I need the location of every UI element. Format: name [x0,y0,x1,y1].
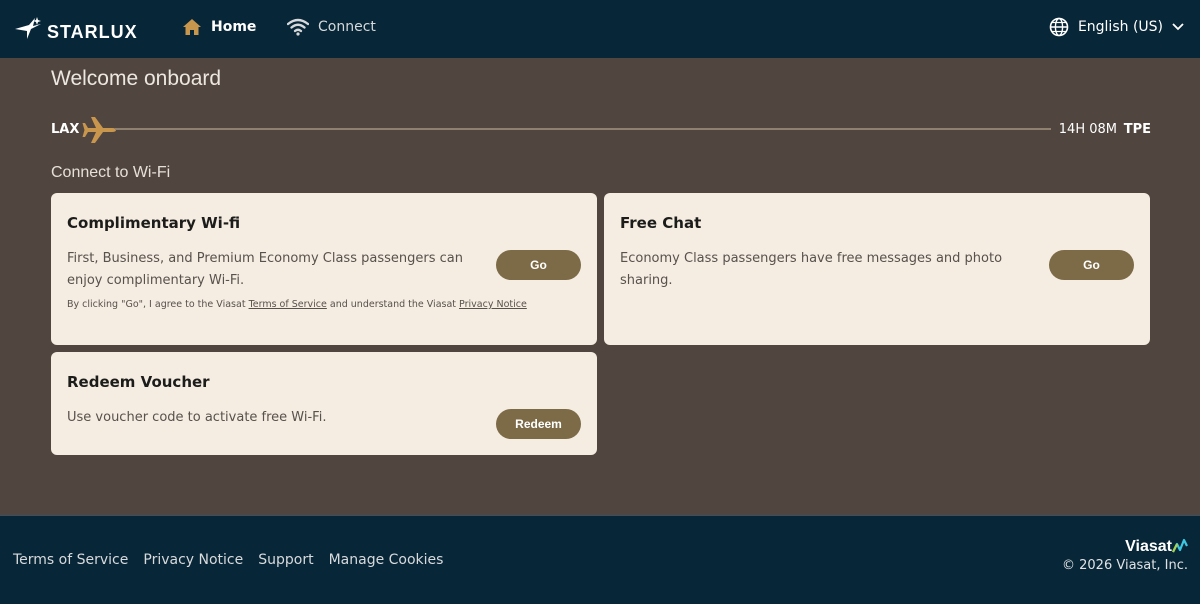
card-title: Free Chat [620,214,702,232]
flight-track [115,128,1051,130]
copyright-text: © 2026 Viasat, Inc. [1062,558,1188,573]
wifi-go-button[interactable]: Go [496,250,581,280]
terms-of-service-link[interactable]: Terms of Service [249,299,327,310]
terms-middle: and understand the Viasat [326,299,460,310]
complimentary-wifi-card: Complimentary Wi-fi First, Business, and… [51,193,597,345]
footer-link-terms[interactable]: Terms of Service [13,552,128,568]
top-bar: STARLUX Home Connect English (US) [0,0,1200,58]
free-chat-card: Free Chat Economy Class passengers have … [604,193,1150,345]
starlux-logo[interactable]: STARLUX [13,14,138,42]
wifi-icon [287,18,309,36]
nav-home[interactable]: Home [182,16,256,38]
card-description: First, Business, and Premium Economy Cla… [67,251,463,288]
card-description: Use voucher code to activate free Wi-Fi. [67,410,327,425]
language-selector[interactable]: English (US) [1049,16,1184,38]
welcome-heading: Welcome onboard [51,67,222,90]
redeem-button[interactable]: Redeem [496,409,581,439]
footer-link-support[interactable]: Support [258,552,313,568]
flight-progress: LAX 14H 08M TPE [51,116,1151,144]
card-description: Economy Class passengers have free messa… [620,251,1003,288]
chevron-down-icon [1172,23,1184,31]
terms-notice: By clicking "Go", I agree to the Viasat … [67,299,527,310]
viasat-branding: Viasat © 2026 Viasat, Inc. [1062,538,1188,573]
nav-connect[interactable]: Connect [287,16,376,38]
nav-connect-label: Connect [318,19,376,35]
globe-icon [1049,17,1069,37]
card-title: Redeem Voucher [67,373,210,391]
brand-name: STARLUX [47,21,138,42]
viasat-wordmark: Viasat [1125,538,1172,555]
footer-links: Terms of Service Privacy Notice Support … [13,552,458,568]
footer: Terms of Service Privacy Notice Support … [0,515,1200,604]
star-icon [15,17,41,39]
card-title: Complimentary Wi-fi [67,214,241,232]
section-title: Connect to Wi-Fi [51,164,171,181]
time-remaining: 14H 08M [1058,122,1117,137]
terms-prefix: By clicking "Go", I agree to the Viasat [67,299,249,310]
chat-go-button[interactable]: Go [1049,250,1134,280]
footer-link-privacy[interactable]: Privacy Notice [143,552,243,568]
language-label: English (US) [1077,19,1163,35]
viasat-wave-icon [1172,538,1188,553]
airplane-icon [82,117,116,143]
redeem-voucher-card: Redeem Voucher Use voucher code to activ… [51,352,597,455]
nav-home-label: Home [211,19,257,35]
destination-code: TPE [1123,122,1151,137]
home-icon [183,19,201,35]
privacy-notice-link[interactable]: Privacy Notice [459,299,527,310]
viasat-logo: Viasat [1062,538,1188,556]
origin-code: LAX [51,122,80,137]
footer-link-cookies[interactable]: Manage Cookies [329,552,444,568]
